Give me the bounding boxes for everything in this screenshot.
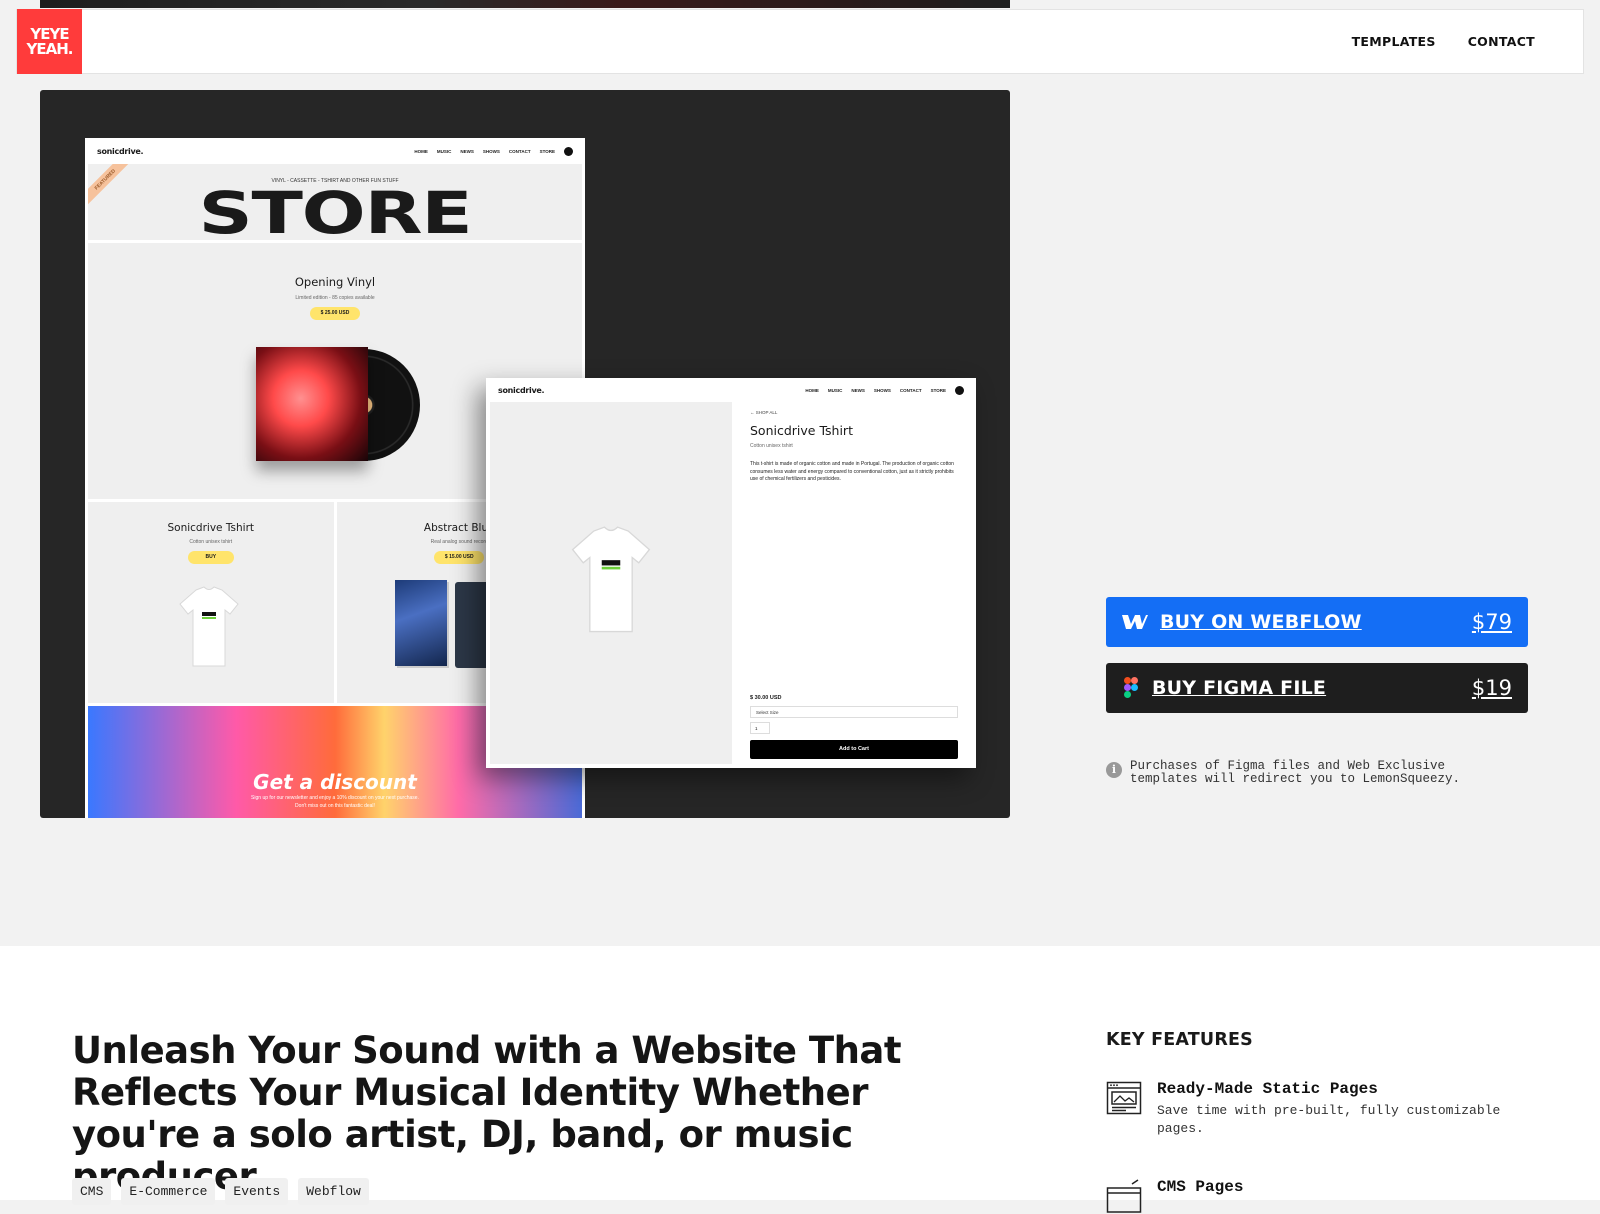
buy-figma-label: BUY FIGMA FILE — [1152, 677, 1327, 699]
template-headline: Unleash Your Sound with a Website That R… — [72, 1029, 902, 1198]
store-title: STORE — [198, 179, 473, 240]
cassette-price: $ 15.00 USD — [434, 551, 485, 564]
discount-title: Get a discount — [253, 770, 417, 794]
static-pages-icon — [1106, 1081, 1142, 1115]
product-info: ← SHOP ALL Sonicdrive Tshirt Cotton unis… — [750, 410, 960, 484]
template-details: Unleash Your Sound with a Website That R… — [0, 946, 1600, 1213]
product-image-panel — [490, 402, 732, 764]
mockup-brand: sonicdrive. — [97, 146, 144, 156]
product-title: Sonicdrive Tshirt — [750, 423, 853, 438]
product-page-mockup: sonicdrive. HOME MUSIC NEWS SHOWS CONTAC… — [486, 378, 976, 768]
mockup-nav-item: CONTACT — [508, 148, 531, 154]
feature-title: Ready-Made Static Pages — [1157, 1080, 1378, 1098]
product-subtitle: Cotton unisex tshirt — [750, 443, 793, 449]
site-header: YEYE YEAH. TEMPLATES CONTACT — [16, 9, 1584, 74]
product-description: This t-shirt is made of organic cotton a… — [750, 461, 954, 482]
discount-line-1: Sign up for our newsletter and enjoy a 1… — [251, 795, 419, 801]
mockup-brand: sonicdrive. — [498, 385, 545, 395]
figma-price: $19 — [1471, 676, 1512, 700]
buy-figma-button[interactable]: BUY FIGMA FILE $19 — [1106, 663, 1528, 713]
feature-text: Ready-Made Static Pages Save time with p… — [1157, 1080, 1507, 1138]
tag-list: CMS E-Commerce Events Webflow — [72, 1178, 369, 1205]
tag-events[interactable]: Events — [225, 1178, 289, 1205]
top-banner-image-edge — [40, 0, 1010, 8]
quantity-field: 1 — [750, 722, 770, 734]
vinyl-title: Opening Vinyl — [294, 275, 376, 289]
template-preview: sonicdrive. HOME MUSIC NEWS SHOWS CONTAC… — [40, 90, 1010, 818]
key-features-title: KEY FEATURES — [1106, 1030, 1253, 1050]
feature-description: Save time with pre-built, fully customiz… — [1157, 1103, 1501, 1136]
breadcrumb: ← SHOP ALL — [750, 410, 778, 415]
mockup-nav-links: HOME MUSIC NEWS SHOWS CONTACT STORE — [805, 385, 964, 395]
mockup-nav-item: NEWS — [460, 148, 474, 154]
tag-e-commerce[interactable]: E-Commerce — [121, 1178, 216, 1205]
vinyl-subtitle: Limited edition - 85 copies available — [295, 295, 375, 301]
vinyl-sleeve-image — [256, 347, 368, 461]
logo-line-2: YEAH. — [26, 39, 74, 58]
tshirt-image — [179, 586, 239, 667]
mockup-nav-links: HOME MUSIC NEWS SHOWS CONTACT STORE — [414, 146, 573, 156]
cms-pages-icon — [1106, 1179, 1142, 1213]
discount-text: Sign up for our newsletter and enjoy a 1… — [88, 794, 582, 810]
mockup-nav-item: SHOWS — [873, 387, 891, 393]
mockup-nav: sonicdrive. HOME MUSIC NEWS SHOWS CONTAC… — [85, 138, 585, 164]
feature-item: CMS Pages — [1106, 1178, 1243, 1214]
feature-title: CMS Pages — [1157, 1178, 1244, 1196]
tshirt-buy-pill: BUY — [187, 551, 234, 564]
mockup-cart-icon — [955, 385, 964, 395]
tag-webflow[interactable]: Webflow — [298, 1178, 369, 1205]
size-select: Select Size — [750, 706, 958, 718]
webflow-price: $79 — [1471, 610, 1512, 634]
feature-text: CMS Pages — [1157, 1178, 1243, 1214]
mockup-cart-icon — [564, 146, 573, 156]
cassette-cover-image — [394, 580, 447, 666]
nav-contact[interactable]: CONTACT — [1468, 34, 1535, 49]
info-icon: i — [1106, 762, 1122, 778]
tshirt-image — [571, 526, 651, 633]
purchase-note-text: Purchases of Figma files and Web Exclusi… — [1130, 759, 1461, 786]
mockup-nav: sonicdrive. HOME MUSIC NEWS SHOWS CONTAC… — [486, 378, 976, 402]
site-logo[interactable]: YEYE YEAH. — [17, 9, 82, 74]
add-to-cart-button: Add to Cart — [750, 740, 958, 759]
feature-item: Ready-Made Static Pages Save time with p… — [1106, 1080, 1507, 1138]
buy-webflow-label: BUY ON WEBFLOW — [1160, 611, 1362, 633]
mockup-nav-item: MUSIC — [436, 148, 452, 154]
vinyl-price: $ 25.00 USD — [310, 307, 360, 320]
mockup-nav-item: HOME — [414, 148, 428, 154]
figma-icon — [1124, 677, 1138, 698]
tshirt-title: Sonicdrive Tshirt — [167, 522, 255, 534]
discount-line-2: Don't miss out on this fantastic deal! — [295, 803, 375, 809]
mockup-nav-item: HOME — [805, 387, 819, 393]
main-nav: TEMPLATES CONTACT — [1352, 10, 1535, 73]
tag-cms[interactable]: CMS — [72, 1178, 112, 1205]
mockup-nav-item: NEWS — [851, 387, 865, 393]
tshirt-product-card: Sonicdrive Tshirt Cotton unisex tshirt B… — [88, 502, 334, 703]
mockup-nav-item: STORE — [930, 387, 946, 393]
mockup-nav-item: SHOWS — [482, 148, 500, 154]
mockup-nav-item: CONTACT — [899, 387, 922, 393]
nav-templates[interactable]: TEMPLATES — [1352, 34, 1436, 49]
buy-webflow-button[interactable]: BUY ON WEBFLOW $79 — [1106, 597, 1528, 647]
product-price: $ 30.00 USD — [750, 695, 782, 701]
webflow-icon — [1122, 615, 1148, 629]
purchase-note: i Purchases of Figma files and Web Exclu… — [1106, 760, 1506, 785]
mockup-store-hero: FEATURED VINYL - CASSETTE - TSHIRT AND O… — [88, 164, 582, 240]
mockup-nav-item: MUSIC — [827, 387, 843, 393]
mockup-nav-item: STORE — [539, 148, 555, 154]
tshirt-subtitle: Cotton unisex tshirt — [189, 539, 233, 545]
